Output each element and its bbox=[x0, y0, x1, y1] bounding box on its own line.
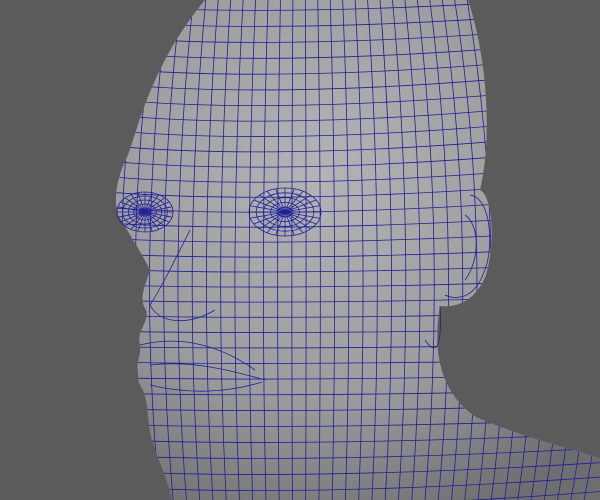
head-mesh[interactable] bbox=[115, 0, 600, 500]
3d-viewport[interactable] bbox=[0, 0, 600, 500]
edge-loop-vertical bbox=[115, 0, 134, 500]
edge-loop-vertical bbox=[551, 0, 592, 500]
edge-loop-vertical bbox=[526, 0, 563, 500]
edge-loop-vertical bbox=[502, 0, 535, 500]
edge-loop-vertical bbox=[563, 0, 600, 500]
edge-loop-vertical bbox=[514, 0, 549, 500]
head-wireframe-render bbox=[115, 0, 600, 500]
edge-loop-vertical bbox=[538, 0, 578, 500]
